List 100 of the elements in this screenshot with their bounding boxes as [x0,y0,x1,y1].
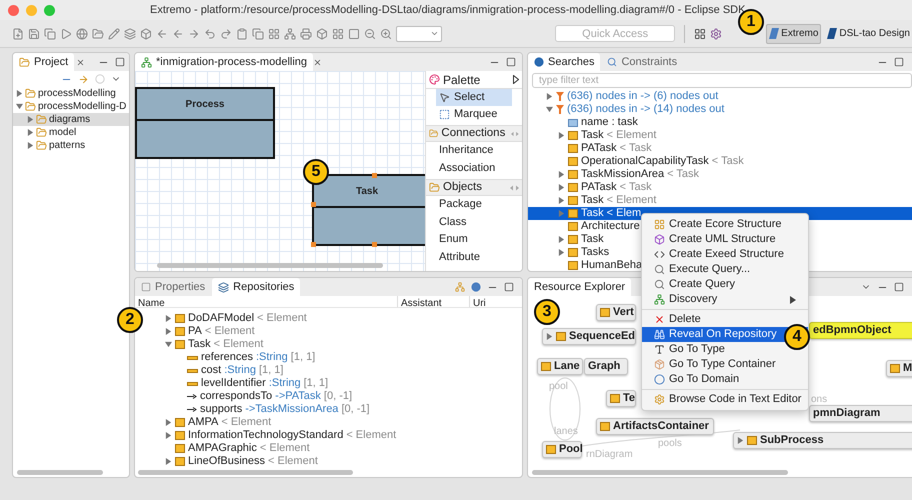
palette-item[interactable]: Class [426,214,522,231]
zoom-window-icon[interactable] [44,5,55,16]
repository-row[interactable]: PA < Element [165,325,255,338]
save-icon[interactable] [28,28,40,40]
maximize-icon[interactable] [894,57,904,67]
square-icon[interactable] [348,28,360,40]
tree-icon[interactable] [455,282,465,292]
repository-row[interactable]: AMPAGraphic < Element [165,442,310,455]
clipboard-icon[interactable] [236,28,248,40]
zoom-in-icon[interactable] [380,28,392,40]
gear-icon[interactable] [710,28,722,40]
expand-arrow-icon[interactable] [513,75,519,84]
repository-row[interactable]: supports ->TaskMissionArea [0, -1] [177,403,370,416]
selection-handle[interactable] [372,173,377,178]
forward-icon[interactable] [188,28,200,40]
close-window-icon[interactable] [8,5,19,16]
palette-item[interactable]: Enum [426,231,522,248]
search-result-row[interactable]: PATask < Task [558,181,652,194]
column-header[interactable]: Name [135,296,397,307]
graph-node[interactable]: Lane [537,358,583,375]
perspective-button[interactable]: Extremo [766,24,822,44]
menu-item[interactable]: Go To Type Container [642,357,808,372]
maximize-icon[interactable] [506,57,516,67]
box-icon[interactable] [316,28,328,40]
menu-item[interactable]: Delete [642,312,808,327]
maximize-icon[interactable] [115,57,125,67]
back-icon[interactable] [172,28,184,40]
undo-icon[interactable] [204,28,216,40]
repository-row[interactable]: InformationTechnologyStandard < Element [165,429,396,442]
zoom-out-icon[interactable] [364,28,376,40]
scrollbar[interactable] [17,470,103,474]
graph-node[interactable]: pmnDiagram [809,405,912,422]
panel-tab[interactable]: Constraints [601,53,684,71]
pin-icon[interactable] [510,184,519,190]
search-result-row[interactable]: PATask < Task [558,142,652,155]
tree-item[interactable]: processModelling [13,87,129,100]
menu-item[interactable]: Create Query [642,277,808,292]
menu-item[interactable]: Discovery [642,292,808,307]
graph-node[interactable]: M [886,360,912,377]
selection-handle[interactable] [311,242,316,247]
graph-node[interactable]: edBpmnObject [809,322,912,339]
palette-drawer[interactable]: Objects [426,179,522,196]
palette-tool[interactable]: Select [436,89,512,106]
search-result-row[interactable]: Task < Element [558,194,656,207]
repository-row[interactable]: DoDAFModel < Element [165,312,307,325]
back-icon[interactable] [156,28,168,40]
palette-item[interactable]: Attribute [426,248,522,266]
maximize-icon[interactable] [894,282,904,292]
layers-icon[interactable] [124,28,136,40]
search-result-row[interactable]: Architecture [558,220,640,233]
printer-icon[interactable] [300,28,312,40]
palette-item[interactable]: Package [426,196,522,214]
search-result-row[interactable]: (636) nodes in -> (6) nodes out [546,90,718,103]
tree-item[interactable]: processModelling-D [13,100,129,113]
graph-node[interactable]: Pool [542,441,582,458]
menu-item[interactable]: Go To Domain [642,372,808,387]
selection-handle[interactable] [311,202,316,207]
graph-node[interactable]: Te [606,390,636,407]
menu-item[interactable]: Execute Query... [642,262,808,277]
perspective-button[interactable]: DSL-tao Design [825,24,912,44]
close-icon[interactable] [76,58,86,66]
run-icon[interactable] [60,28,72,40]
repository-row[interactable]: correspondsTo ->PATask [0, -1] [177,390,352,403]
open-perspective-icon[interactable] [694,28,706,40]
repository-row[interactable]: AMPA < Element [165,416,272,429]
menu-item[interactable]: Browse Code in Text Editor [642,392,808,407]
box-icon[interactable] [140,28,152,40]
graph-node[interactable]: ArtifactsContainer [596,418,714,435]
search-result-row[interactable]: TaskMissionArea < Task [558,168,700,181]
panel-tab[interactable]: Resource Explorer [528,278,632,296]
panel-tab[interactable]: Properties [135,278,212,296]
column-header[interactable]: Uri [469,296,522,307]
repository-row[interactable]: cost :String [1, 1] [177,364,284,377]
panel-tab[interactable]: Project [13,53,74,71]
palette-tool[interactable]: Marquee [436,106,512,123]
pencil-icon[interactable] [108,28,120,40]
menu-item[interactable]: Create Ecore Structure [642,217,808,232]
globe-icon[interactable] [76,28,88,40]
scrollbar[interactable] [138,470,353,475]
graph-node[interactable]: SequenceEd [542,328,636,345]
menu-item[interactable]: Create Exeed Structure [642,247,808,262]
repository-row[interactable]: Task < Element [165,338,264,351]
selection-handle[interactable] [372,242,377,247]
scrollbar[interactable] [532,470,788,475]
search-result-row[interactable]: HumanBeha [558,259,642,271]
panel-tab[interactable]: *inmigration-process-modelling [135,53,314,71]
tree-item[interactable]: patterns [13,139,129,152]
search-result-row[interactable]: Task < Element [558,129,656,142]
save-all-icon[interactable] [44,28,56,40]
repository-row[interactable]: references :String [1, 1] [177,351,316,364]
search-result-row[interactable]: Task [558,233,604,246]
tree-item[interactable]: diagrams [13,113,129,126]
search-result-row[interactable]: (636) nodes in -> (14) nodes out [546,103,724,116]
maximize-icon[interactable] [504,282,514,292]
panel-tab[interactable]: Searches [528,53,600,71]
close-icon[interactable] [313,58,322,66]
palette-item[interactable]: Inheritance [426,142,522,160]
redo-icon[interactable] [220,28,232,40]
copy-icon[interactable] [252,28,264,40]
repository-row[interactable]: levelIdentifier :String [1, 1] [177,377,328,390]
